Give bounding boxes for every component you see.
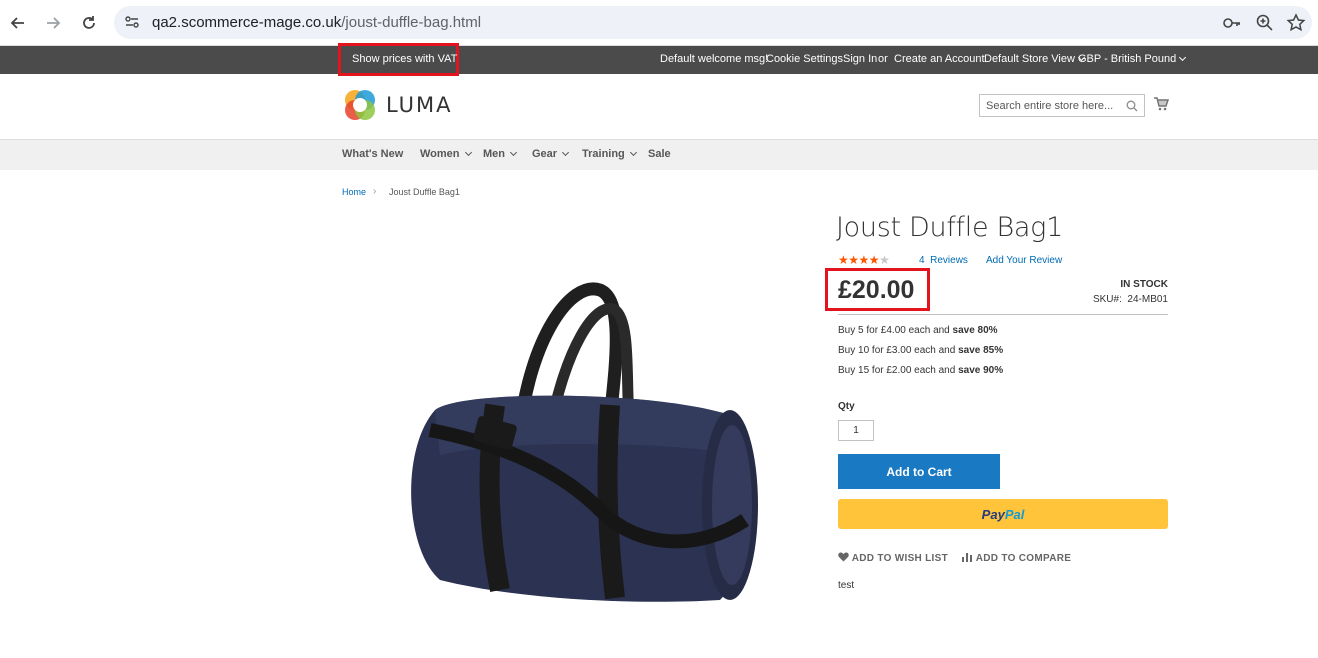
search-input[interactable]: Search entire store here... xyxy=(979,94,1145,117)
site-info-icon[interactable] xyxy=(124,14,140,35)
nav-item-gear[interactable]: Gear xyxy=(532,148,570,160)
password-key-icon[interactable] xyxy=(1222,13,1242,33)
star-filled-icon: ★ xyxy=(858,253,870,267)
address-bar[interactable]: qa2.scommerce-mage.co.uk/joust-duffle-ba… xyxy=(114,6,1312,39)
qty-input[interactable]: 1 xyxy=(838,420,874,441)
back-icon[interactable] xyxy=(6,11,30,35)
logo-text[interactable]: LUMA xyxy=(386,93,453,117)
stock-status: IN STOCK xyxy=(1120,279,1168,290)
chevron-down-icon xyxy=(1179,53,1187,62)
forward-icon[interactable] xyxy=(41,11,65,35)
welcome-message: Default welcome msg! xyxy=(660,53,769,65)
rating-stars: ★★★★★ xyxy=(838,253,890,267)
cookie-settings-link[interactable]: Cookie Settings xyxy=(766,53,843,65)
show-prices-vat-link[interactable]: Show prices with VAT xyxy=(352,53,457,65)
reviews-link[interactable]: 4 Reviews xyxy=(919,255,968,266)
reload-icon[interactable] xyxy=(77,11,101,35)
currency-switcher[interactable]: GBP - British Pound xyxy=(1078,53,1187,65)
chevron-down-icon xyxy=(464,148,472,157)
tier-price-item: Buy 10 for £3.00 each and save 85% xyxy=(838,345,1004,356)
star-filled-icon: ★ xyxy=(868,253,880,267)
add-to-cart-button[interactable]: Add to Cart xyxy=(838,454,1000,489)
tier-price-item: Buy 5 for £4.00 each and save 80% xyxy=(838,325,998,336)
star-empty-icon: ★ xyxy=(879,253,890,267)
divider xyxy=(838,314,1168,315)
qty-label: Qty xyxy=(838,401,855,412)
nav-item-sale[interactable]: Sale xyxy=(648,148,671,160)
nav-item-men[interactable]: Men xyxy=(483,148,518,160)
product-image[interactable] xyxy=(400,280,760,610)
tier-price-item: Buy 15 for £2.00 each and save 90% xyxy=(838,365,1004,376)
breadcrumb-home[interactable]: Home xyxy=(342,187,366,197)
bookmark-star-icon[interactable] xyxy=(1286,13,1306,33)
nav-item-training[interactable]: Training xyxy=(582,148,637,160)
store-view-switcher[interactable]: Default Store View xyxy=(984,53,1085,65)
compare-bars-icon xyxy=(962,553,972,562)
paypal-button[interactable]: Pay Pal xyxy=(838,499,1168,529)
chevron-down-icon xyxy=(509,148,518,157)
product-title: Joust Duffle Bag1 xyxy=(836,212,1063,243)
heart-icon xyxy=(838,552,849,562)
luma-logo-icon[interactable] xyxy=(343,88,377,127)
nav-item-women[interactable]: Women xyxy=(420,148,472,160)
product-price: £20.00 xyxy=(838,276,915,304)
chevron-down-icon xyxy=(629,148,637,157)
search-placeholder: Search entire store here... xyxy=(986,100,1114,112)
cart-icon[interactable] xyxy=(1153,96,1170,116)
url-text: qa2.scommerce-mage.co.uk/joust-duffle-ba… xyxy=(152,14,482,31)
chevron-down-icon xyxy=(562,148,570,157)
create-account-link[interactable]: Create an Account xyxy=(894,53,985,65)
add-review-link[interactable]: Add Your Review xyxy=(986,255,1062,266)
browser-toolbar: qa2.scommerce-mage.co.uk/joust-duffle-ba… xyxy=(0,0,1318,46)
star-filled-icon: ★ xyxy=(848,253,859,267)
add-to-compare-link[interactable]: ADD TO COMPARE xyxy=(962,552,1071,564)
add-to-wishlist-link[interactable]: ADD TO WISH LIST xyxy=(838,552,948,564)
sign-in-link[interactable]: Sign In xyxy=(843,53,877,65)
breadcrumb-separator: › xyxy=(373,186,377,197)
product-description: test xyxy=(838,580,855,591)
sku-line: SKU#: 24-MB01 xyxy=(1092,294,1168,305)
breadcrumb-current: Joust Duffle Bag1 xyxy=(389,187,460,197)
search-icon[interactable] xyxy=(1126,99,1138,117)
star-filled-icon: ★ xyxy=(838,253,849,267)
zoom-icon[interactable] xyxy=(1255,13,1275,33)
or-text: or xyxy=(878,53,888,65)
nav-item-whats-new[interactable]: What's New xyxy=(342,148,403,160)
